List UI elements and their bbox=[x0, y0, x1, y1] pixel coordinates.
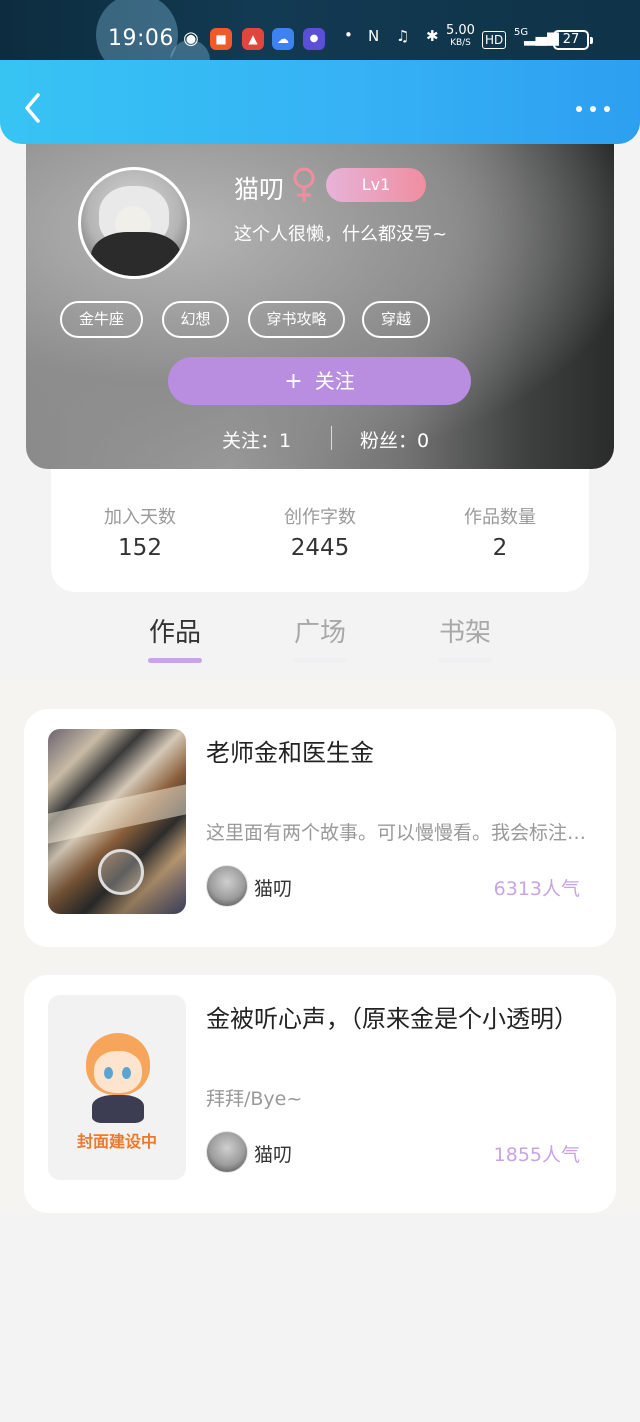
work-card[interactable]: 封面建设中 金被听心声，（原来金是个小透明） 拜拜/Bye~ 猫叨 1855人气 bbox=[24, 975, 616, 1213]
shop-app-icon: ▲ bbox=[242, 28, 264, 50]
tab-label: 作品 bbox=[148, 618, 201, 648]
stats-card: 加入天数 152 创作字数 2445 作品数量 2 bbox=[51, 455, 589, 592]
author-name[interactable]: 猫叨 bbox=[254, 874, 292, 901]
work-cover[interactable] bbox=[48, 729, 186, 914]
profile-name: 猫叨 bbox=[234, 175, 285, 204]
status-bar: 19:06 ◉ ■ ▲ ☁ ● • N ♫ ✱ 5.00 KB/S HD 5G … bbox=[0, 0, 640, 80]
tag-chip[interactable]: 穿书攻略 bbox=[248, 301, 345, 338]
author-name[interactable]: 猫叨 bbox=[254, 1140, 292, 1167]
female-icon bbox=[293, 167, 315, 202]
tab-bookshelf[interactable]: 书架 bbox=[420, 612, 510, 663]
hd-badge: HD bbox=[482, 31, 507, 49]
status-time: 19:06 bbox=[108, 26, 174, 51]
work-cover[interactable]: 封面建设中 bbox=[48, 995, 186, 1180]
wechat-icon: ◉ bbox=[183, 28, 199, 49]
level-badge: Lv1 bbox=[326, 168, 426, 202]
avatar[interactable] bbox=[78, 167, 190, 279]
nfc-icon: N bbox=[368, 27, 380, 45]
stat-divider bbox=[331, 426, 332, 450]
cover-placeholder-caption: 封面建设中 bbox=[76, 1132, 157, 1151]
plus-icon: + bbox=[284, 369, 303, 394]
net-speed-value: 5.00 bbox=[446, 23, 475, 38]
author-avatar[interactable] bbox=[206, 1131, 248, 1173]
stat-label: 加入天数 bbox=[104, 507, 176, 528]
stat-value: 152 bbox=[118, 535, 162, 561]
stat-join-days: 加入天数 152 bbox=[60, 503, 220, 561]
placeholder-eye bbox=[122, 1067, 131, 1079]
tag-chip[interactable]: 金牛座 bbox=[60, 301, 143, 338]
profile-bio: 这个人很懒，什么都没写~ bbox=[234, 224, 448, 245]
app-icon: ■ bbox=[210, 28, 232, 50]
stat-label: 创作字数 bbox=[284, 507, 356, 528]
follow-button-label: 关注 bbox=[314, 369, 355, 393]
chevron-left-icon[interactable] bbox=[22, 92, 44, 124]
tag-chip[interactable]: 幻想 bbox=[162, 301, 229, 338]
tab-indicator bbox=[293, 658, 347, 663]
popularity-count: 6313人气 bbox=[493, 878, 580, 900]
placeholder-face bbox=[94, 1051, 142, 1093]
tab-label: 书架 bbox=[438, 618, 491, 648]
stat-word-count: 创作字数 2445 bbox=[240, 503, 400, 561]
mute-icon: ♫ bbox=[396, 27, 410, 45]
work-card[interactable]: 老师金和医生金 这里面有两个故事。可以慢慢看。我会标注好的。 猫叨 6313人气 bbox=[24, 709, 616, 947]
author-avatar[interactable] bbox=[206, 865, 248, 907]
placeholder-eye bbox=[104, 1067, 113, 1079]
follow-button[interactable]: + 关注 bbox=[168, 357, 471, 405]
cloud-app-icon: ☁ bbox=[272, 28, 294, 50]
work-description: 这里面有两个故事。可以慢慢看。我会标注好的。 bbox=[206, 822, 596, 844]
work-description: 拜拜/Bye~ bbox=[206, 1088, 303, 1110]
tab-label: 广场 bbox=[293, 618, 346, 648]
tab-works[interactable]: 作品 bbox=[130, 612, 220, 663]
stat-label: 作品数量 bbox=[464, 507, 536, 528]
top-header bbox=[0, 60, 640, 144]
profile-card: 猫叨 Lv1 这个人很懒，什么都没写~ 金牛座 幻想 穿书攻略 穿越 + 关注 关… bbox=[26, 130, 614, 469]
following-count[interactable]: 关注：1 bbox=[222, 426, 291, 453]
work-title[interactable]: 老师金和医生金 bbox=[206, 733, 596, 768]
work-title[interactable]: 金被听心声，（原来金是个小透明） bbox=[206, 999, 596, 1034]
dot-icon: • bbox=[344, 26, 353, 44]
more-dots-icon[interactable] bbox=[576, 104, 612, 114]
tab-indicator bbox=[438, 658, 492, 663]
tag-chip[interactable]: 穿越 bbox=[362, 301, 430, 338]
bluetooth-icon: ✱ bbox=[426, 27, 439, 45]
stat-value: 2445 bbox=[290, 535, 350, 561]
battery-icon: 27 bbox=[553, 30, 593, 50]
tab-indicator bbox=[148, 658, 202, 663]
popularity-count: 1855人气 bbox=[493, 1144, 580, 1166]
works-list: 老师金和医生金 这里面有两个故事。可以慢慢看。我会标注好的。 猫叨 6313人气… bbox=[0, 680, 640, 1215]
fans-count[interactable]: 粉丝：0 bbox=[360, 426, 429, 453]
net-speed: 5.00 KB/S bbox=[446, 24, 475, 50]
tab-square[interactable]: 广场 bbox=[275, 612, 365, 663]
net-speed-unit: KB/S bbox=[450, 38, 471, 48]
stat-work-count: 作品数量 2 bbox=[420, 503, 580, 561]
stat-value: 2 bbox=[492, 535, 508, 561]
game-app-icon: ● bbox=[303, 28, 325, 50]
placeholder-body bbox=[92, 1095, 144, 1123]
